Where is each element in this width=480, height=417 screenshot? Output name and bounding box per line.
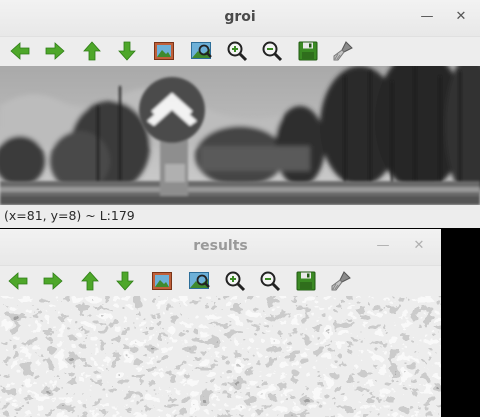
- groi-window: groi — ✕ (x=81, y=8) ~ L:179: [0, 0, 480, 228]
- toolbar: [0, 266, 441, 296]
- arrow-left-icon[interactable]: [6, 269, 30, 293]
- toolbar: [0, 36, 480, 66]
- arrow-right-icon[interactable]: [43, 39, 67, 63]
- result-image-view[interactable]: [0, 296, 441, 417]
- zoom-out-icon[interactable]: [260, 39, 284, 63]
- arrow-left-icon[interactable]: [8, 39, 32, 63]
- zoom-fit-icon[interactable]: [187, 269, 211, 293]
- image-view[interactable]: [0, 66, 480, 205]
- status-text: (x=81, y=8) ~ L:179: [4, 208, 135, 223]
- zoom-in-icon[interactable]: [223, 269, 247, 293]
- image-icon[interactable]: [152, 39, 176, 63]
- arrow-up-icon[interactable]: [78, 269, 102, 293]
- close-icon[interactable]: ✕: [452, 8, 470, 26]
- minimize-icon[interactable]: —: [374, 237, 392, 255]
- arrow-down-icon[interactable]: [115, 39, 139, 63]
- zoom-fit-icon[interactable]: [189, 39, 213, 63]
- results-window: results — ✕: [0, 229, 441, 417]
- title-bar[interactable]: groi — ✕: [0, 0, 480, 37]
- title-bar[interactable]: results — ✕: [0, 229, 441, 266]
- image-icon[interactable]: [150, 269, 174, 293]
- window-title: groi: [224, 9, 256, 25]
- arrow-right-icon[interactable]: [41, 269, 65, 293]
- save-icon[interactable]: [296, 39, 320, 63]
- brush-icon[interactable]: [329, 269, 353, 293]
- arrow-up-icon[interactable]: [80, 39, 104, 63]
- zoom-in-icon[interactable]: [225, 39, 249, 63]
- brush-icon[interactable]: [331, 39, 355, 63]
- zoom-out-icon[interactable]: [258, 269, 282, 293]
- close-icon[interactable]: ✕: [410, 237, 428, 255]
- arrow-down-icon[interactable]: [113, 269, 137, 293]
- save-icon[interactable]: [294, 269, 318, 293]
- minimize-icon[interactable]: —: [418, 8, 436, 26]
